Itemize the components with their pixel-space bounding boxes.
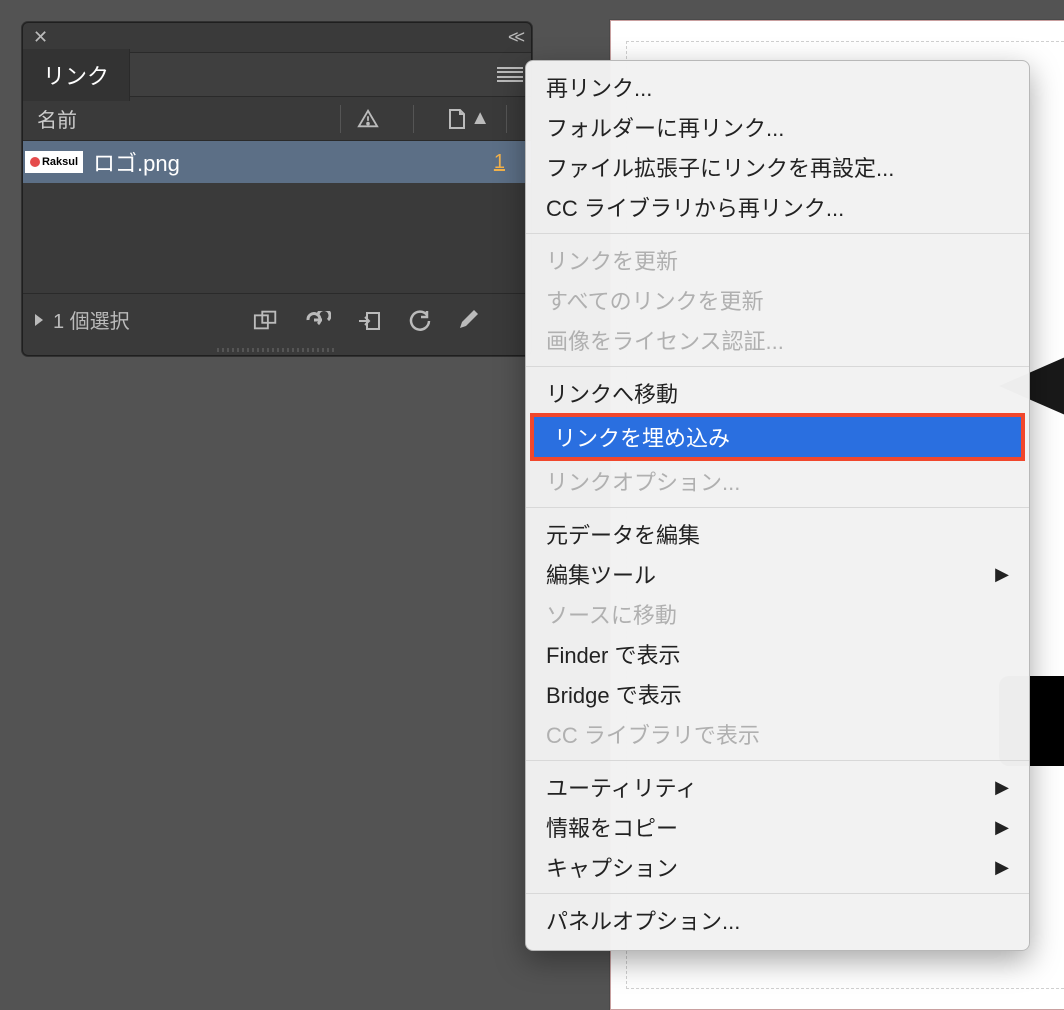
menu-item-label: ソースに移動 bbox=[546, 598, 1009, 630]
menu-separator bbox=[526, 366, 1029, 367]
panel-context-menu: 再リンク... フォルダーに再リンク... ファイル拡張子にリンクを再設定... CC… bbox=[525, 60, 1030, 951]
menu-separator bbox=[526, 893, 1029, 894]
column-headers: 名前 ▲ bbox=[23, 97, 531, 141]
submenu-arrow-icon: ▶ bbox=[995, 857, 1009, 878]
menu-separator bbox=[526, 233, 1029, 234]
link-row[interactable]: Raksul ロゴ.png 1 bbox=[23, 141, 531, 183]
menu-item[interactable]: パネルオプション... bbox=[526, 900, 1029, 940]
goto-link-icon[interactable] bbox=[305, 311, 331, 329]
panel-menu-icon[interactable] bbox=[497, 65, 523, 85]
links-panel: ✕ << リンク 名前 ▲ bbox=[22, 22, 532, 356]
menu-item-label: CC ライブラリから再リンク... bbox=[546, 191, 1009, 223]
sort-indicator-icon: ▲ bbox=[470, 107, 490, 130]
menu-item-label: Bridge で表示 bbox=[546, 678, 1009, 710]
menu-item-label: キャプション bbox=[546, 851, 995, 883]
update-link-icon[interactable] bbox=[407, 309, 431, 331]
menu-item[interactable]: 元データを編集 bbox=[526, 514, 1029, 554]
callout-highlight: リンクを埋め込み bbox=[530, 413, 1025, 461]
tab-links[interactable]: リンク bbox=[23, 49, 130, 101]
menu-item[interactable]: フォルダーに再リンク... bbox=[526, 107, 1029, 147]
menu-item-label: 情報をコピー bbox=[546, 811, 995, 843]
menu-separator bbox=[526, 507, 1029, 508]
collapse-icon[interactable]: << bbox=[508, 27, 525, 48]
submenu-arrow-icon: ▶ bbox=[995, 564, 1009, 585]
edit-original-icon[interactable] bbox=[457, 309, 479, 331]
panel-footer: 1 個選択 bbox=[23, 293, 531, 345]
menu-item-label: リンクへ移動 bbox=[546, 377, 1009, 409]
menu-item: ソースに移動 bbox=[526, 594, 1029, 634]
menu-item-label: CC ライブラリで表示 bbox=[546, 718, 1009, 750]
menu-item-label: ユーティリティ bbox=[546, 771, 995, 803]
relink-icon[interactable] bbox=[253, 309, 279, 331]
selection-info-toggle[interactable]: 1 個選択 bbox=[35, 305, 130, 334]
chevron-right-icon bbox=[35, 314, 43, 326]
menu-item-label: リンクオプション... bbox=[546, 465, 1009, 497]
submenu-arrow-icon: ▶ bbox=[995, 777, 1009, 798]
column-divider bbox=[506, 105, 507, 133]
menu-item[interactable]: ユーティリティ▶ bbox=[526, 767, 1029, 807]
menu-item-label: 画像をライセンス認証... bbox=[546, 324, 1009, 356]
menu-item[interactable]: Finder で表示 bbox=[526, 634, 1029, 674]
menu-item[interactable]: リンクへ移動 bbox=[526, 373, 1029, 413]
menu-item-label: 編集ツール bbox=[546, 558, 995, 590]
menu-item[interactable]: 編集ツール▶ bbox=[526, 554, 1029, 594]
menu-item-label: 元データを編集 bbox=[546, 518, 1009, 550]
menu-item-label: リンクを埋め込み bbox=[554, 421, 1001, 453]
menu-item: すべてのリンクを更新 bbox=[526, 280, 1029, 320]
page-column-icon[interactable]: ▲ bbox=[448, 107, 490, 130]
menu-item[interactable]: リンクを埋め込み bbox=[534, 417, 1021, 457]
close-icon[interactable]: ✕ bbox=[29, 25, 52, 50]
column-divider bbox=[340, 105, 341, 133]
menu-item: リンクオプション... bbox=[526, 461, 1029, 501]
panel-tabbar: リンク bbox=[23, 53, 531, 97]
link-thumbnail: Raksul bbox=[25, 151, 83, 173]
menu-item-label: リンクを更新 bbox=[546, 244, 1009, 276]
menu-item: リンクを更新 bbox=[526, 240, 1029, 280]
column-name[interactable]: 名前 bbox=[37, 104, 330, 133]
menu-item-label: すべてのリンクを更新 bbox=[546, 284, 1009, 316]
menu-item[interactable]: 再リンク... bbox=[526, 67, 1029, 107]
status-column-icon[interactable] bbox=[357, 108, 379, 130]
menu-item[interactable]: ファイル拡張子にリンクを再設定... bbox=[526, 147, 1029, 187]
menu-item[interactable]: 情報をコピー▶ bbox=[526, 807, 1029, 847]
panel-body bbox=[23, 183, 531, 293]
menu-item-label: Finder で表示 bbox=[546, 638, 1009, 670]
menu-item-label: 再リンク... bbox=[546, 71, 1009, 103]
selection-count-label: 1 個選択 bbox=[53, 305, 130, 334]
link-page-number[interactable]: 1 bbox=[494, 151, 523, 174]
link-filename: ロゴ.png bbox=[93, 146, 494, 178]
column-divider bbox=[413, 105, 414, 133]
menu-item[interactable]: Bridge で表示 bbox=[526, 674, 1029, 714]
submenu-arrow-icon: ▶ bbox=[995, 817, 1009, 838]
menu-item: 画像をライセンス認証... bbox=[526, 320, 1029, 360]
menu-separator bbox=[526, 760, 1029, 761]
menu-item: CC ライブラリで表示 bbox=[526, 714, 1029, 754]
menu-item-label: フォルダーに再リンク... bbox=[546, 111, 1009, 143]
embed-link-icon[interactable] bbox=[357, 309, 381, 331]
menu-item[interactable]: キャプション▶ bbox=[526, 847, 1029, 887]
menu-item-label: パネルオプション... bbox=[546, 904, 1009, 936]
resize-grip[interactable] bbox=[23, 345, 531, 355]
menu-item-label: ファイル拡張子にリンクを再設定... bbox=[546, 151, 1009, 183]
menu-item[interactable]: CC ライブラリから再リンク... bbox=[526, 187, 1029, 227]
